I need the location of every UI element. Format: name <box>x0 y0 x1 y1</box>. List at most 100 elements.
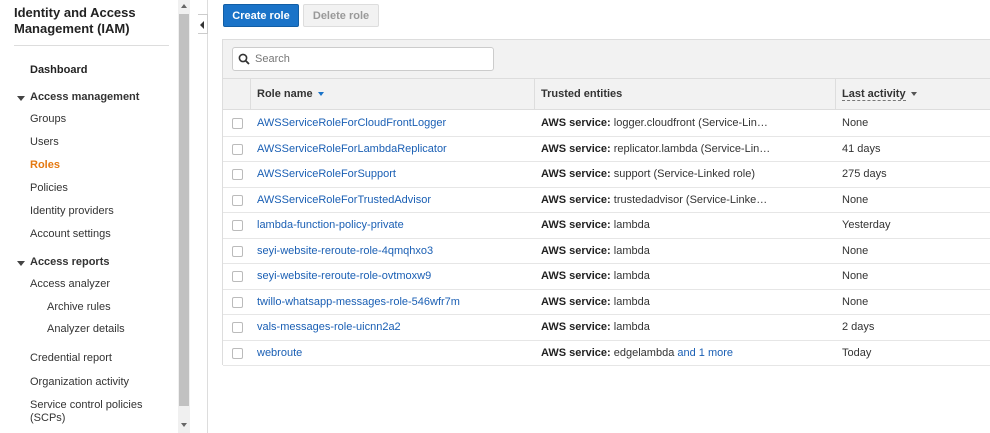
roles-panel: Role name Trusted entities Last activity… <box>222 39 990 366</box>
sidebar-item-dashboard[interactable]: Dashboard <box>30 64 87 76</box>
trusted-entities-cell: AWS service: trustedadvisor (Service-Lin… <box>541 194 773 206</box>
table-row[interactable]: seyi-website-reroute-role-4qmqhxo3 AWS se… <box>223 239 990 264</box>
chevron-down-icon[interactable] <box>17 96 25 101</box>
table-header: Role name Trusted entities Last activity <box>223 78 990 110</box>
trusted-entity-value: lambda <box>613 219 650 231</box>
role-name-link[interactable]: AWSServiceRoleForCloudFrontLogger <box>257 117 446 129</box>
sidebar-item-organization-activity[interactable]: Organization activity <box>30 376 129 388</box>
and-more-link[interactable]: and 1 more <box>677 347 733 359</box>
sidebar-item-account-settings[interactable]: Account settings <box>30 228 111 240</box>
column-header-last-activity[interactable]: Last activity <box>842 79 917 109</box>
chevron-down-icon[interactable] <box>17 261 25 266</box>
scroll-up-icon[interactable] <box>181 4 187 8</box>
trusted-entity-label: AWS service: <box>541 219 611 231</box>
column-header-role-name[interactable]: Role name <box>257 79 324 109</box>
sidebar-item-roles[interactable]: Roles <box>30 159 60 171</box>
trusted-entity-value: trustedadvisor (Service-Linked … <box>613 193 773 206</box>
row-checkbox[interactable] <box>232 220 243 231</box>
table-row[interactable]: AWSServiceRoleForLambdaReplicator AWS ser… <box>223 137 990 162</box>
role-name-link[interactable]: twillo-whatsapp-messages-role-546wfr7m <box>257 296 460 308</box>
column-header-trusted-entities[interactable]: Trusted entities <box>541 79 622 109</box>
sidebar-item-identity-providers[interactable]: Identity providers <box>30 205 114 217</box>
table-row[interactable]: seyi-website-reroute-role-ovtmoxw9 AWS se… <box>223 264 990 290</box>
row-checkbox[interactable] <box>232 322 243 333</box>
trusted-entities-cell: AWS service: lambda <box>541 219 773 231</box>
collapse-sidebar-button[interactable] <box>198 14 208 34</box>
search-input[interactable] <box>255 51 485 67</box>
sidebar-title: Identity and Access Management (IAM) <box>14 5 136 36</box>
scroll-down-icon[interactable] <box>181 423 187 427</box>
last-activity-cell: Yesterday <box>842 219 891 231</box>
sidebar-item-scp-suffix[interactable]: (SCPs) <box>30 412 65 424</box>
sort-desc-icon <box>317 92 324 96</box>
sidebar-item-scp[interactable]: Service control policies <box>30 399 143 411</box>
search-bar-area <box>223 40 990 78</box>
last-activity-cell: None <box>842 117 869 129</box>
trusted-entity-value: support (Service-Linked role) <box>613 168 755 180</box>
trusted-entity-value: lambda <box>613 321 650 333</box>
row-checkbox[interactable] <box>232 296 243 308</box>
row-checkbox[interactable] <box>232 347 243 359</box>
sidebar-item-analyzer-details[interactable]: Analyzer details <box>47 323 125 335</box>
sidebar: Identity and Access Management (IAM) Das… <box>0 0 178 433</box>
sidebar-scrollbar[interactable] <box>178 0 190 433</box>
role-name-link[interactable]: AWSServiceRoleForLambdaReplicator <box>257 143 447 155</box>
trusted-entity-value: edgelambda <box>613 346 675 359</box>
sidebar-item-policies[interactable]: Policies <box>30 182 68 194</box>
table-row[interactable]: vals-messages-role-uicnn2a2 AWS service: … <box>223 315 990 341</box>
trusted-entities-cell: AWS service: lambda <box>541 296 773 308</box>
role-name-link[interactable]: AWSServiceRoleForTrustedAdvisor <box>257 194 431 206</box>
table-row[interactable]: AWSServiceRoleForTrustedAdvisor AWS servi… <box>223 188 990 213</box>
trusted-entity-value: lambda <box>613 295 650 308</box>
last-activity-cell: 2 days <box>842 321 875 333</box>
sidebar-item-users[interactable]: Users <box>30 136 59 148</box>
last-activity-cell: Today <box>842 346 872 359</box>
row-checkbox[interactable] <box>232 194 243 206</box>
last-activity-cell: None <box>842 270 869 282</box>
sidebar-item-groups[interactable]: Groups <box>30 113 66 125</box>
column-header-role-name-label: Role name <box>257 88 313 100</box>
scrollbar-thumb[interactable] <box>179 14 189 406</box>
trusted-entities-cell: AWS service: lambda <box>541 321 773 333</box>
trusted-entity-value: lambda <box>613 244 650 257</box>
trusted-entity-label: AWS service: <box>541 270 611 282</box>
search-icon <box>238 53 250 65</box>
table-row[interactable]: webroute AWS service: edgelambda and 1 mo… <box>223 341 990 366</box>
delete-role-button: Delete role <box>303 4 379 27</box>
row-checkbox[interactable] <box>232 118 243 129</box>
trusted-entities-cell: AWS service: edgelambda and 1 more <box>541 347 773 359</box>
column-header-last-activity-label: Last activity <box>842 87 906 101</box>
search-box[interactable] <box>232 47 494 71</box>
role-name-link[interactable]: seyi-website-reroute-role-ovtmoxw9 <box>257 270 431 282</box>
trusted-entity-value: lambda <box>613 270 650 282</box>
column-separator <box>250 79 251 109</box>
sidebar-item-access-analyzer[interactable]: Access analyzer <box>30 278 110 290</box>
trusted-entities-cell: AWS service: lambda <box>541 245 773 257</box>
row-checkbox[interactable] <box>232 245 243 257</box>
trusted-entity-label: AWS service: <box>541 244 611 257</box>
role-name-link[interactable]: webroute <box>257 347 302 359</box>
sidebar-section-access-management[interactable]: Access management <box>30 91 139 103</box>
chevron-left-icon <box>200 21 204 29</box>
trusted-entity-label: AWS service: <box>541 168 611 180</box>
role-name-link[interactable]: AWSServiceRoleForSupport <box>257 168 396 180</box>
table-row[interactable]: twillo-whatsapp-messages-role-546wfr7m AW… <box>223 290 990 315</box>
role-name-link[interactable]: lambda-function-policy-private <box>257 219 404 231</box>
row-checkbox[interactable] <box>232 169 243 180</box>
create-role-button[interactable]: Create role <box>223 4 299 27</box>
last-activity-cell: None <box>842 193 869 206</box>
column-separator <box>835 79 836 109</box>
trusted-entities-cell: AWS service: replicator.lambda (Service-… <box>541 143 773 155</box>
table-row[interactable]: lambda-function-policy-private AWS servic… <box>223 213 990 239</box>
sidebar-item-credential-report[interactable]: Credential report <box>30 352 112 364</box>
row-checkbox[interactable] <box>232 271 243 282</box>
table-row[interactable]: AWSServiceRoleForSupport AWS service: sup… <box>223 162 990 188</box>
role-name-link[interactable]: vals-messages-role-uicnn2a2 <box>257 321 401 333</box>
role-name-link[interactable]: seyi-website-reroute-role-4qmqhxo3 <box>257 245 433 257</box>
trusted-entities-cell: AWS service: support (Service-Linked rol… <box>541 168 773 180</box>
row-checkbox[interactable] <box>232 143 243 155</box>
sidebar-section-access-reports[interactable]: Access reports <box>30 256 110 268</box>
last-activity-cell: None <box>842 244 869 257</box>
table-row[interactable]: AWSServiceRoleForCloudFrontLogger AWS ser… <box>223 111 990 137</box>
sidebar-item-archive-rules[interactable]: Archive rules <box>47 301 111 313</box>
